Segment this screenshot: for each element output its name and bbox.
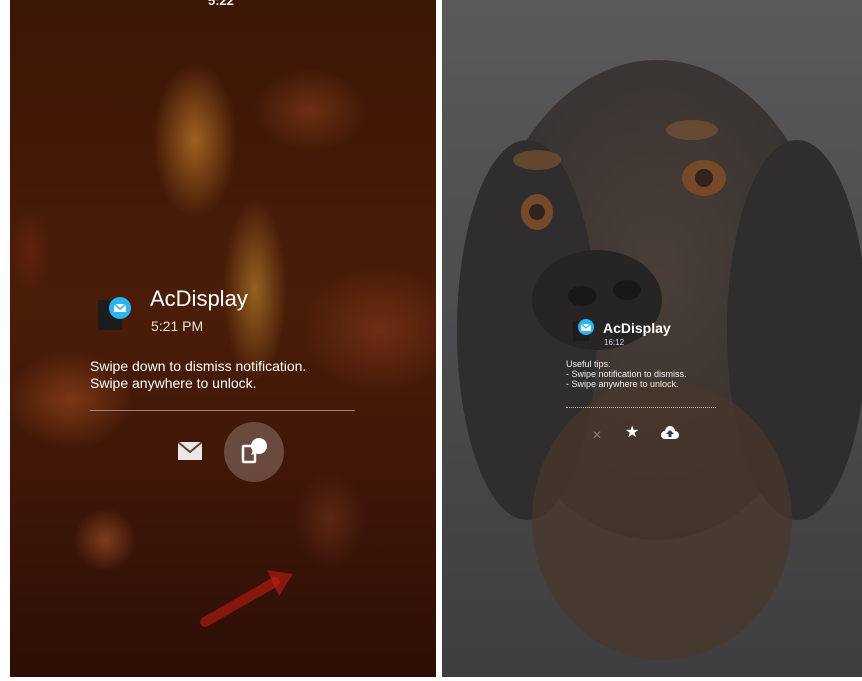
notification-time: 16:12	[604, 338, 625, 347]
notification-message-line: - Swipe notification to dismiss.	[566, 369, 687, 379]
notification-message-line: Useful tips:	[566, 359, 611, 369]
star-icon[interactable]: ★	[625, 422, 639, 442]
notification-message: Useful tips: - Swipe notification to dis…	[566, 359, 687, 389]
left-lockscreen[interactable]: 5:22 AcDisplay 5:21 PM Swipe down to dis…	[10, 0, 436, 677]
reply-icon	[241, 438, 267, 464]
divider	[90, 410, 355, 411]
mail-icon[interactable]	[178, 442, 202, 460]
arrow-decoration	[200, 570, 293, 627]
notification-time: 5:21 PM	[151, 318, 204, 334]
right-lockscreen[interactable]: AcDisplay 16:12 Useful tips: - Swipe not…	[442, 0, 862, 677]
notification-app-name: AcDisplay	[150, 286, 248, 311]
notification-message: Swipe down to dismiss notification. Swip…	[90, 358, 410, 392]
notification-message-line: Swipe down to dismiss notification.	[90, 358, 307, 374]
app-icon	[98, 297, 131, 330]
notification-message-line: - Swipe anywhere to unlock.	[566, 379, 679, 389]
notification-app-name: AcDisplay	[603, 320, 671, 336]
wallpaper-image	[442, 0, 862, 677]
reply-button[interactable]	[224, 422, 284, 482]
cloud-upload-icon[interactable]	[660, 426, 680, 440]
notification-message-line: Swipe anywhere to unlock.	[90, 375, 257, 391]
status-time: 5:22	[208, 0, 235, 8]
dismiss-icon[interactable]: ✕	[592, 428, 602, 442]
app-icon	[573, 319, 594, 341]
divider	[566, 407, 716, 408]
